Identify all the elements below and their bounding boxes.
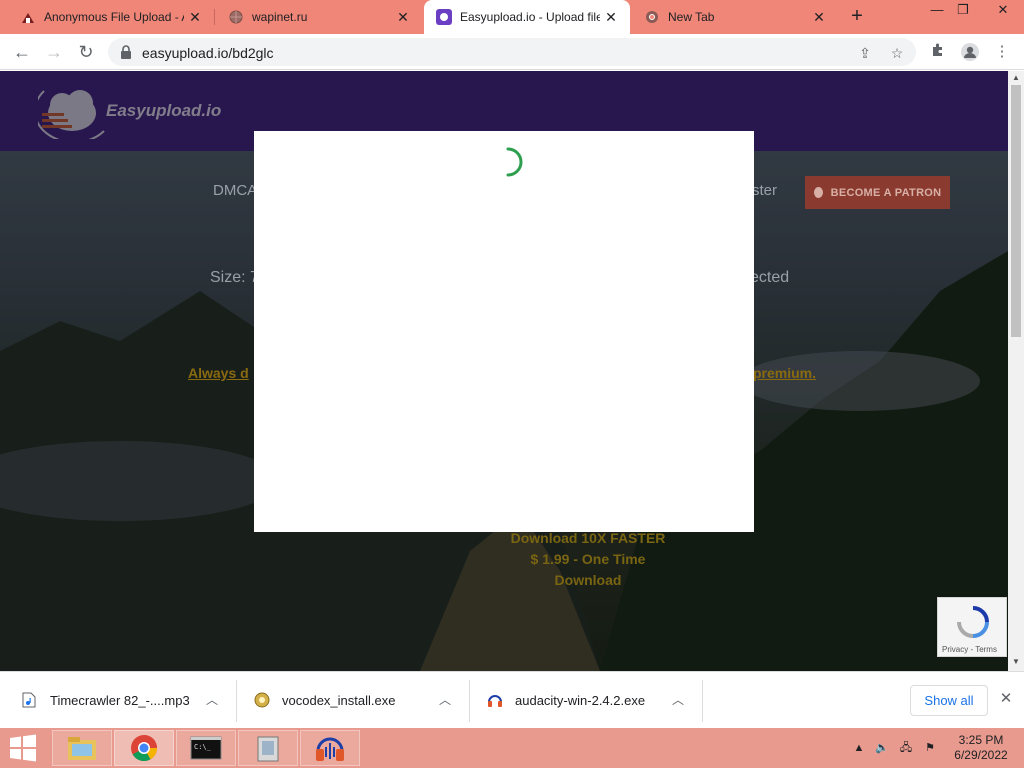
patreon-icon xyxy=(813,187,823,198)
volume-muted-icon[interactable]: 🔈 xyxy=(874,740,890,756)
loading-modal xyxy=(254,131,754,532)
screen: Anonymous File Upload - A ✕ wapinet.ru ✕… xyxy=(0,0,1024,768)
audacity-taskbar-icon[interactable] xyxy=(300,730,360,766)
tab-title: New Tab xyxy=(668,10,715,24)
nav-faster-link[interactable]: ster xyxy=(752,182,777,199)
loading-spinner-icon xyxy=(492,146,524,178)
windows-taskbar: C:\_ ▲ 🔈 🖧 ⚑ 3:25 PM 6/29/2022 xyxy=(0,728,1024,768)
show-hidden-icons-icon[interactable]: ▲ xyxy=(851,740,867,756)
page-scrollbar[interactable]: ▲ ▼ xyxy=(1008,71,1024,671)
chrome-taskbar-icon[interactable] xyxy=(114,730,174,766)
profile-avatar-icon[interactable] xyxy=(960,42,980,62)
easyupload-favicon-icon xyxy=(436,9,452,25)
reload-icon[interactable]: ↻ xyxy=(74,40,98,64)
back-icon[interactable]: ← xyxy=(10,40,34,64)
download-filename: vocodex_install.exe xyxy=(282,692,396,708)
url-text: easyupload.io/bd2glc xyxy=(142,45,274,61)
installer-taskbar-icon[interactable] xyxy=(238,730,298,766)
become-patron-button[interactable]: BECOME A PATRON xyxy=(805,176,950,209)
tab-easyupload[interactable]: Easyupload.io - Upload file ✕ xyxy=(424,0,630,34)
network-icon[interactable]: 🖧 xyxy=(898,740,914,756)
protected-text: ected xyxy=(750,269,790,286)
close-window-icon[interactable]: ✕ xyxy=(986,0,1020,22)
download-filename: audacity-win-2.4.2.exe xyxy=(515,692,646,708)
action-center-flag-icon[interactable]: ⚑ xyxy=(922,740,938,756)
download-shelf: Timecrawler 82_-....mp3 ︿ vocodex_instal… xyxy=(0,671,1024,728)
tab-new-tab[interactable]: New Tab ✕ xyxy=(632,0,838,34)
close-tab-icon[interactable]: ✕ xyxy=(188,10,202,24)
scroll-down-arrow-icon[interactable]: ▼ xyxy=(1012,657,1020,666)
browser-toolbar: ← → ↻ easyupload.io/bd2glc ⇪ ☆ ⋮ xyxy=(0,34,1024,70)
promo-line: $ 1.99 - One Time xyxy=(530,551,646,567)
tab-anonymous-upload[interactable]: Anonymous File Upload - A ✕ xyxy=(8,0,214,34)
svg-text:C:\_: C:\_ xyxy=(194,743,212,751)
recaptcha-badge[interactable]: Privacy - Terms xyxy=(937,597,1007,657)
show-all-button[interactable]: Show all xyxy=(910,685,988,716)
installer-icon xyxy=(254,692,270,708)
tab-title: Easyupload.io - Upload file xyxy=(460,10,600,24)
tab-title: Anonymous File Upload - A xyxy=(44,10,184,24)
file-size-text: Size: 7 xyxy=(210,269,259,286)
scroll-up-arrow-icon[interactable]: ▲ xyxy=(1012,73,1020,82)
page-viewport: Easyupload.io DMCA ster BECOME A PATRON … xyxy=(0,71,1008,671)
close-tab-icon[interactable]: ✕ xyxy=(604,10,618,24)
download-item[interactable]: vocodex_install.exe ︿ xyxy=(254,680,462,720)
menu-kebab-icon[interactable]: ⋮ xyxy=(992,42,1012,62)
download-item[interactable]: audacity-win-2.4.2.exe ︿ xyxy=(487,680,695,720)
share-icon[interactable]: ⇪ xyxy=(856,44,874,62)
bookmark-star-icon[interactable]: ☆ xyxy=(888,44,906,62)
tab-title: wapinet.ru xyxy=(252,10,308,24)
download-separator xyxy=(236,680,237,722)
taskbar-clock[interactable]: 3:25 PM 6/29/2022 xyxy=(946,733,1016,763)
forward-icon[interactable]: → xyxy=(42,40,66,64)
tab-strip: Anonymous File Upload - A ✕ wapinet.ru ✕… xyxy=(0,0,1024,34)
download-separator xyxy=(469,680,470,722)
file-upload-favicon-icon xyxy=(20,9,36,25)
chrome-favicon-icon xyxy=(644,9,660,25)
close-tab-icon[interactable]: ✕ xyxy=(812,10,826,24)
recaptcha-terms[interactable]: Privacy - Terms xyxy=(942,645,997,654)
always-download-link[interactable]: Always d xyxy=(188,365,249,381)
premium-link[interactable]: premium. xyxy=(753,365,816,381)
new-tab-button[interactable]: + xyxy=(846,6,868,28)
audio-file-icon xyxy=(22,692,38,708)
address-bar[interactable]: easyupload.io/bd2glc ⇪ ☆ xyxy=(108,38,916,66)
clock-time: 3:25 PM xyxy=(958,733,1004,747)
close-download-shelf-icon[interactable]: ✕ xyxy=(998,691,1014,707)
lock-icon xyxy=(120,45,132,59)
recaptcha-icon xyxy=(957,606,989,638)
chevron-up-icon[interactable]: ︿ xyxy=(437,692,453,708)
clock-date: 6/29/2022 xyxy=(954,748,1008,762)
promo-line: Download xyxy=(554,572,622,588)
close-tab-icon[interactable]: ✕ xyxy=(396,10,410,24)
download-separator xyxy=(702,680,703,722)
chevron-up-icon[interactable]: ︿ xyxy=(670,692,686,708)
premium-promo[interactable]: Download 10X FASTER $ 1.99 - One Time Do… xyxy=(488,528,688,591)
tab-separator xyxy=(214,9,215,25)
command-prompt-taskbar-icon[interactable]: C:\_ xyxy=(176,730,236,766)
patron-label: BECOME A PATRON xyxy=(830,186,942,199)
globe-favicon-icon xyxy=(228,9,244,25)
tab-wapinet[interactable]: wapinet.ru ✕ xyxy=(216,0,422,34)
scroll-thumb[interactable] xyxy=(1011,85,1021,337)
file-explorer-taskbar-icon[interactable] xyxy=(52,730,112,766)
audacity-icon xyxy=(487,692,503,708)
download-filename: Timecrawler 82_-....mp3 xyxy=(50,692,190,708)
nav-dmca-link[interactable]: DMCA xyxy=(213,182,257,199)
chevron-up-icon[interactable]: ︿ xyxy=(204,692,220,708)
maximize-icon[interactable]: ❐ xyxy=(946,0,980,22)
extensions-icon[interactable] xyxy=(928,42,948,62)
windows-start-icon[interactable] xyxy=(8,734,40,762)
download-item[interactable]: Timecrawler 82_-....mp3 ︿ xyxy=(22,680,230,720)
